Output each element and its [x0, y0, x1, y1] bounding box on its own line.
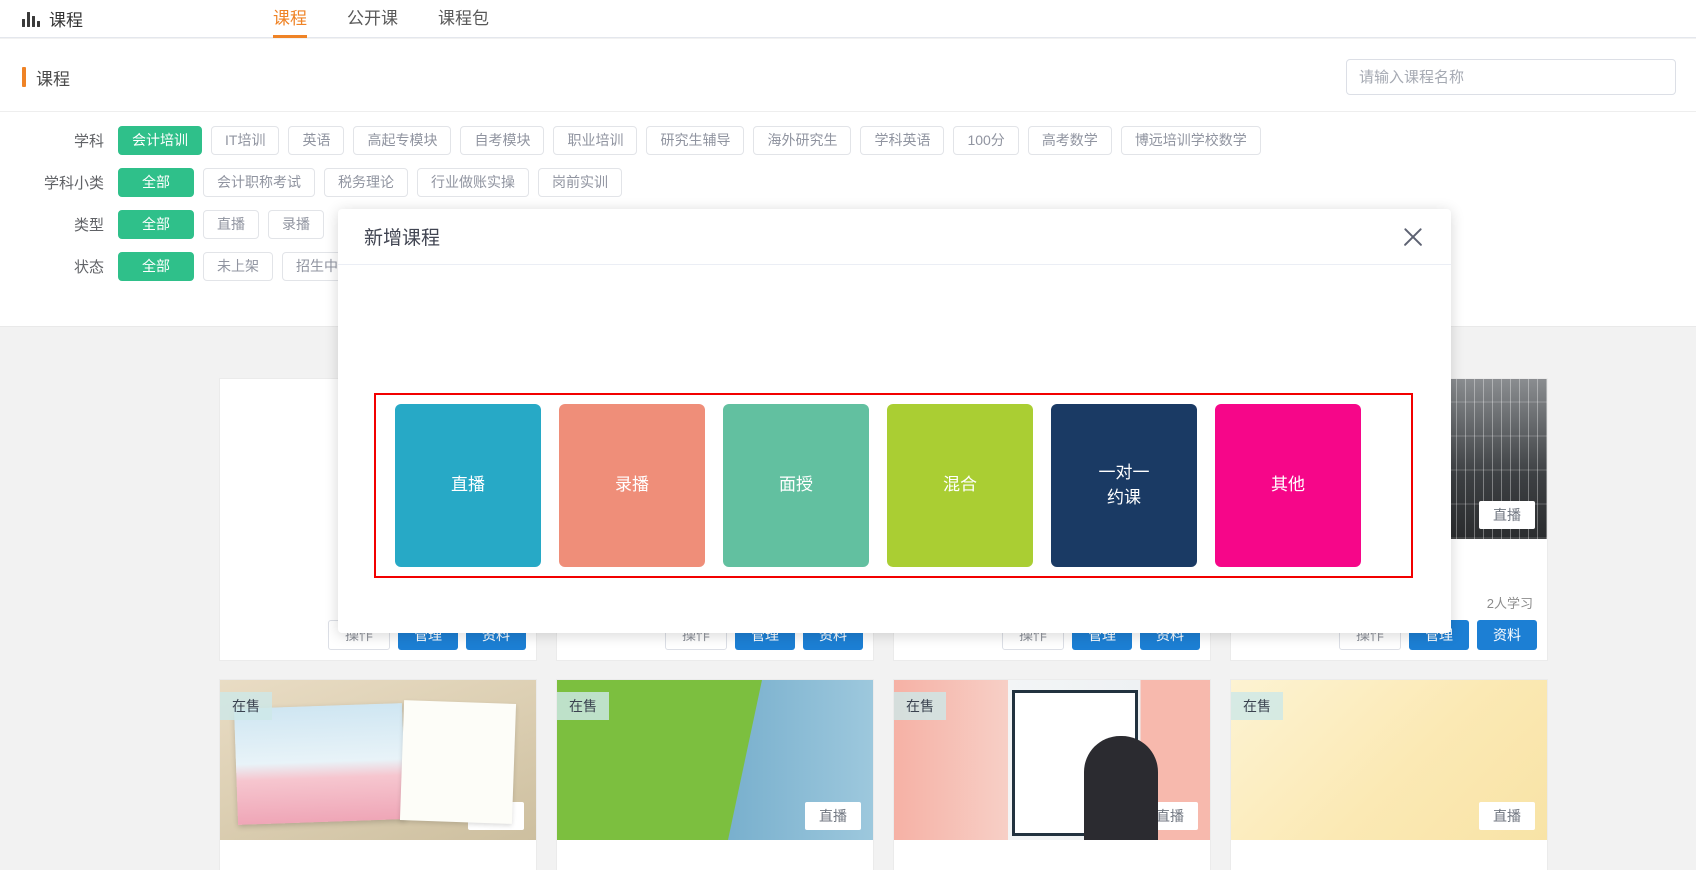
modal-title: 新增课程 — [364, 228, 441, 249]
modal-header: 新增课程 — [338, 209, 1451, 265]
course-type-offline[interactable]: 面授 — [723, 404, 869, 567]
add-course-modal: 新增课程 直播 录播 面授 混合 一对一 约课 其他 — [338, 209, 1451, 633]
app-root: 课程 课程 公开课 课程包 课程 学科 会计培训 IT培训 英语 高起专模块 — [0, 0, 1696, 870]
modal-body: 直播 录播 面授 混合 一对一 约课 其他 — [338, 265, 1451, 633]
course-type-selector: 直播 录播 面授 混合 一对一 约课 其他 — [374, 393, 1413, 578]
course-type-one-on-one[interactable]: 一对一 约课 — [1051, 404, 1197, 567]
close-icon[interactable] — [1399, 223, 1427, 251]
course-type-other[interactable]: 其他 — [1215, 404, 1361, 567]
course-type-blended[interactable]: 混合 — [887, 404, 1033, 567]
course-type-live[interactable]: 直播 — [395, 404, 541, 567]
course-type-recorded[interactable]: 录播 — [559, 404, 705, 567]
